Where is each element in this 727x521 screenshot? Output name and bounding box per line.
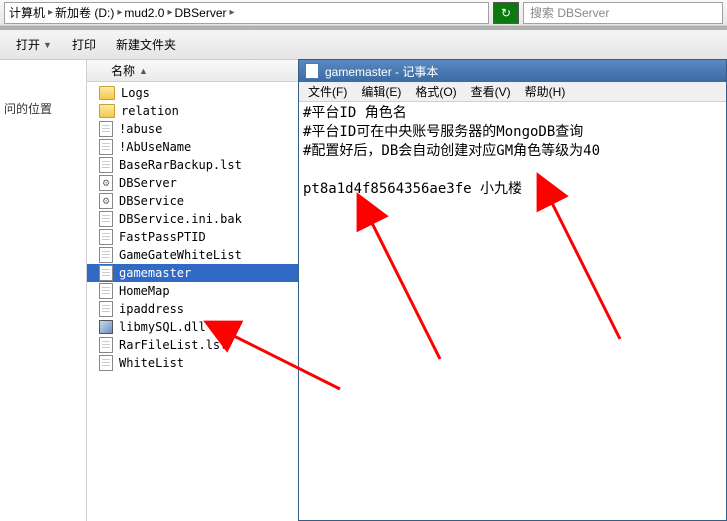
search-input[interactable]: 搜索 DBServer [523,2,723,24]
file-icon [99,337,113,353]
chevron-right-icon: ▸ [167,7,172,18]
chevron-down-icon: ▼ [43,40,52,50]
file-name-label: GameGateWhiteList [119,248,242,262]
file-icon [99,139,113,155]
file-name-label: BaseRarBackup.lst [119,158,242,172]
file-name-label: libmySQL.dll [119,320,206,334]
breadcrumb-item[interactable]: 计算机 [9,4,45,21]
file-icon [99,121,113,137]
chevron-right-icon: ▸ [229,7,234,18]
file-name-label: WhiteList [119,356,184,370]
file-name-label: ipaddress [119,302,184,316]
chevron-right-icon: ▸ [117,7,122,18]
file-name-label: FastPassPTID [119,230,206,244]
file-name-label: relation [121,104,179,118]
file-icon [99,157,113,173]
file-name-label: !AbUseName [119,140,191,154]
breadcrumb[interactable]: 计算机▸ 新加卷 (D:)▸ mud2.0▸ DBServer▸ [4,2,489,24]
file-name-label: !abuse [119,122,162,136]
refresh-icon: ↻ [501,6,511,20]
search-placeholder: 搜索 DBServer [530,4,609,21]
column-name-label: 名称 [111,62,135,79]
notepad-window: gamemaster - 记事本 文件(F) 编辑(E) 格式(O) 查看(V)… [298,59,727,521]
notepad-title: gamemaster - 记事本 [325,63,438,80]
sort-asc-icon: ▲ [139,66,148,76]
config-icon [99,193,113,209]
file-name-label: HomeMap [119,284,170,298]
file-name-label: DBService [119,194,184,208]
breadcrumb-item[interactable]: DBServer [174,6,226,20]
new-folder-button[interactable]: 新建文件夹 [108,33,184,56]
notepad-icon [305,63,319,79]
navigation-pane[interactable]: 问的位置 [0,60,87,521]
toolbar: 打开 ▼ 打印 新建文件夹 [0,30,727,60]
menu-format[interactable]: 格式(O) [410,81,461,102]
menu-view[interactable]: 查看(V) [466,81,516,102]
folder-icon [99,104,115,118]
notepad-menubar: 文件(F) 编辑(E) 格式(O) 查看(V) 帮助(H) [299,82,726,102]
menu-help[interactable]: 帮助(H) [520,81,571,102]
config-icon [99,175,113,191]
file-name-label: gamemaster [119,266,191,280]
breadcrumb-item[interactable]: mud2.0 [124,6,164,20]
file-icon [99,283,113,299]
file-icon [99,247,113,263]
file-name-label: DBServer [119,176,177,190]
file-name-label: RarFileList.lst [119,338,227,352]
dll-icon [99,320,113,334]
refresh-button[interactable]: ↻ [493,2,519,24]
file-name-label: DBService.ini.bak [119,212,242,226]
location-label: 问的位置 [0,60,86,125]
print-button[interactable]: 打印 [64,33,104,56]
breadcrumb-item[interactable]: 新加卷 (D:) [55,4,114,21]
menu-file[interactable]: 文件(F) [303,81,352,102]
file-icon [99,265,113,281]
file-icon [99,211,113,227]
file-icon [99,229,113,245]
open-button[interactable]: 打开 ▼ [8,33,60,56]
chevron-right-icon: ▸ [48,7,53,18]
file-icon [99,355,113,371]
address-bar: 计算机▸ 新加卷 (D:)▸ mud2.0▸ DBServer▸ ↻ 搜索 DB… [0,0,727,26]
file-icon [99,301,113,317]
notepad-titlebar[interactable]: gamemaster - 记事本 [299,60,726,82]
notepad-textarea[interactable]: #平台ID 角色名 #平台ID可在中央账号服务器的MongoDB查询 #配置好后… [299,102,726,520]
file-name-label: Logs [121,86,150,100]
menu-edit[interactable]: 编辑(E) [356,81,406,102]
folder-icon [99,86,115,100]
